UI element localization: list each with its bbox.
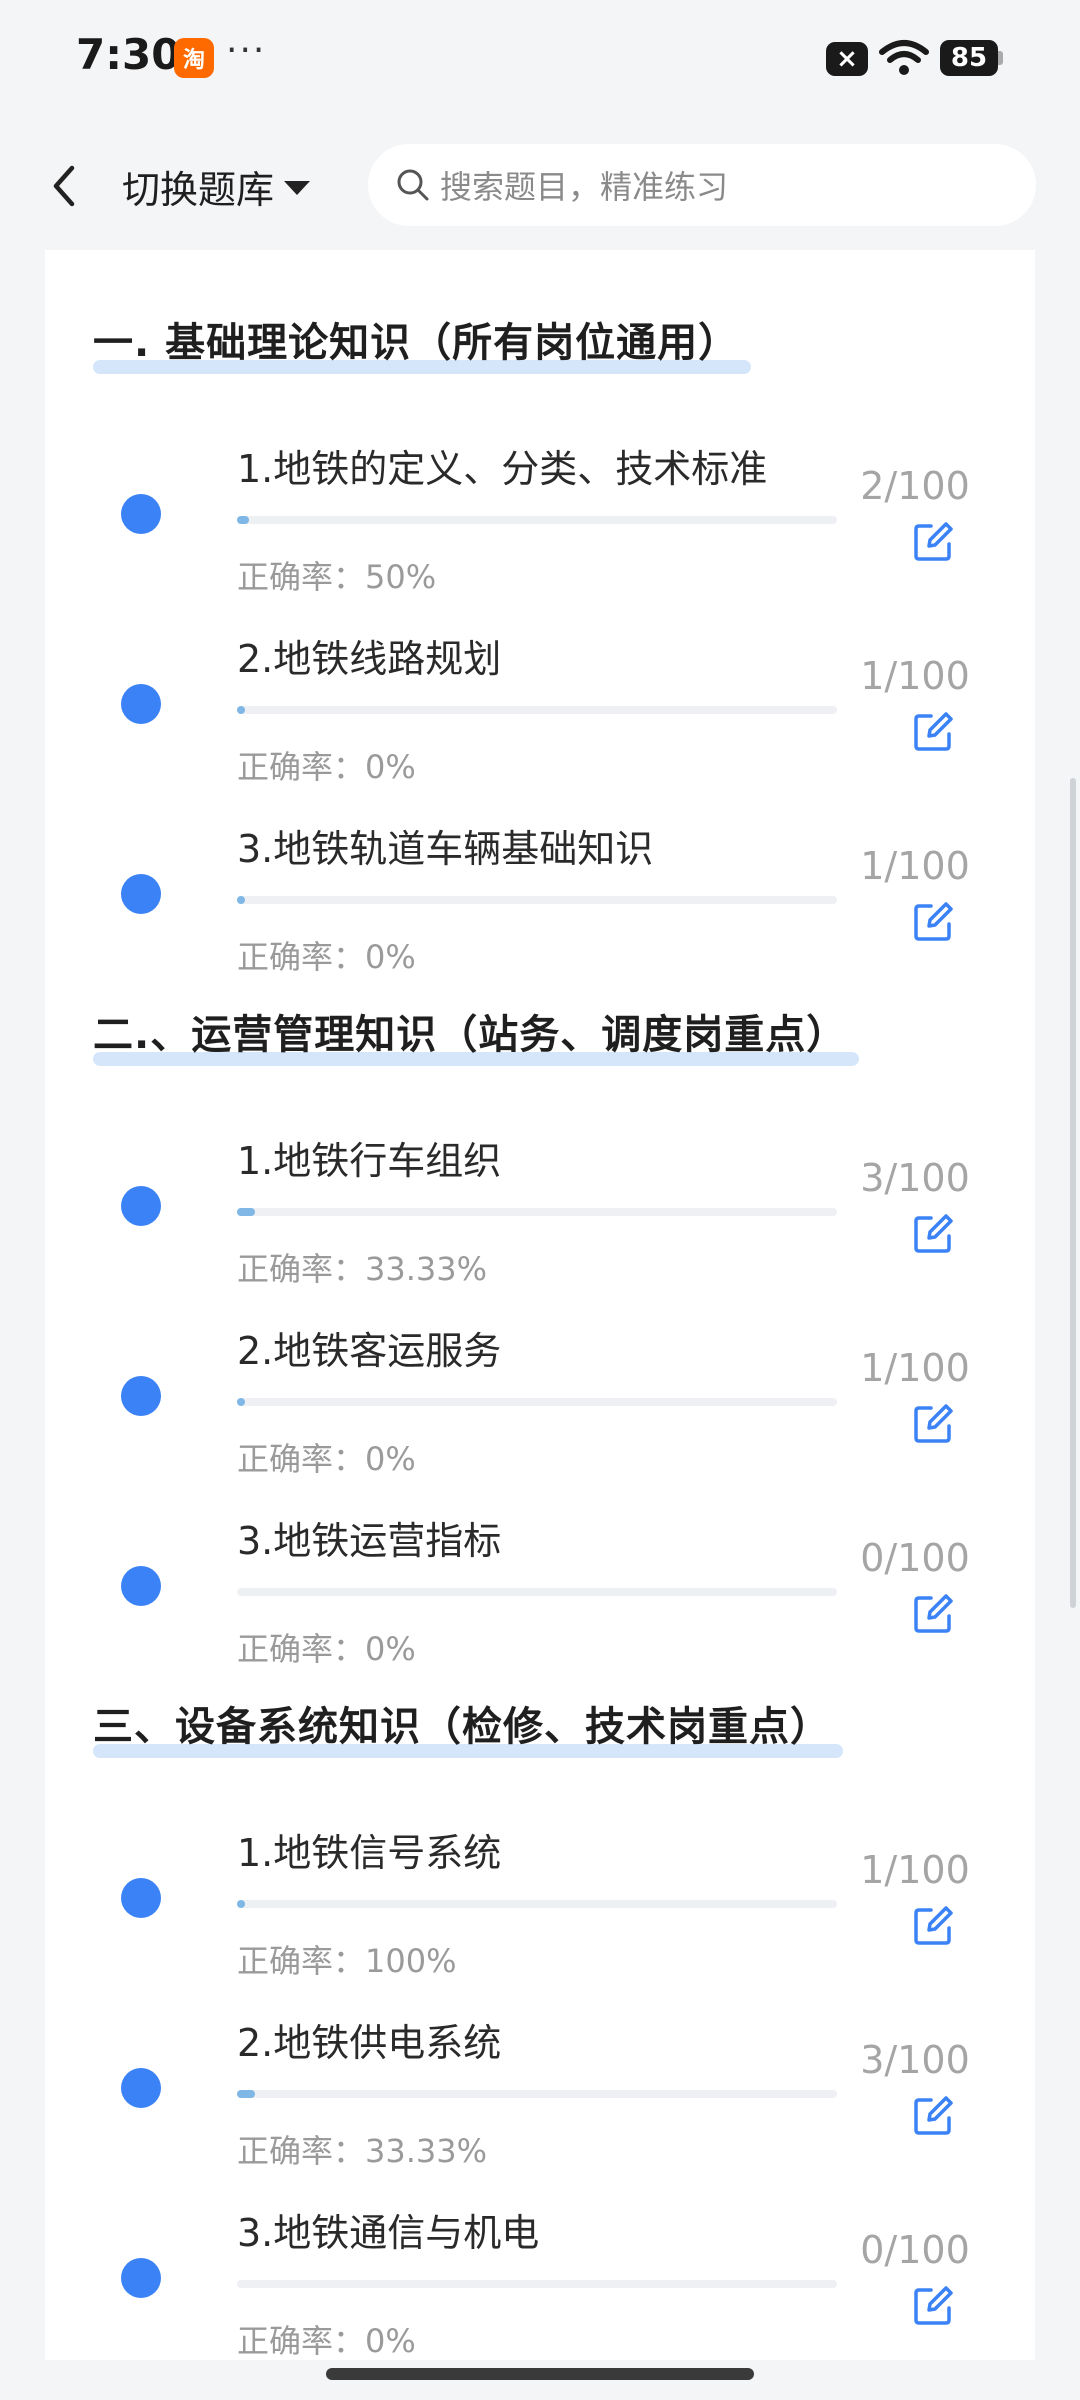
- question-count: 1/100: [860, 654, 970, 698]
- progress-fill: [237, 896, 245, 904]
- edit-icon[interactable]: [913, 900, 955, 942]
- edit-icon[interactable]: [913, 710, 955, 752]
- chapter-name: 3.地铁运营指标: [237, 1519, 502, 1563]
- status-time: 7:30: [76, 30, 181, 79]
- progress-track: [237, 2090, 837, 2098]
- chapter-item[interactable]: 1.地铁信号系统 正确率：100% 1/100: [45, 1804, 1035, 1994]
- question-count: 1/100: [860, 844, 970, 888]
- accuracy-text: 正确率：100%: [237, 1942, 457, 1980]
- question-count: 1/100: [860, 1848, 970, 1892]
- scrollbar[interactable]: [1070, 778, 1076, 1608]
- progress-track: [237, 2280, 837, 2288]
- chapter-bullet-icon: [121, 1376, 161, 1416]
- top-nav-bar: 切换题库 搜索题目，精准练习: [0, 118, 1080, 250]
- chapter-name: 2.地铁客运服务: [237, 1329, 502, 1373]
- progress-fill: [237, 516, 249, 524]
- battery-icon: 85: [940, 40, 998, 76]
- section-title: 一. 基础理论知识（所有岗位通用）: [93, 310, 752, 374]
- progress-track: [237, 1398, 837, 1406]
- taobao-notification-icon: 淘: [174, 38, 214, 78]
- chapter-bullet-icon: [121, 494, 161, 534]
- search-placeholder: 搜索题目，精准练习: [440, 168, 729, 206]
- accuracy-text: 正确率：0%: [237, 938, 416, 976]
- section-title: 三、设备系统知识（检修、技术岗重点）: [93, 1694, 843, 1758]
- switch-question-bank-label: 切换题库: [122, 167, 275, 212]
- edit-icon[interactable]: [913, 2094, 955, 2136]
- chapter-bullet-icon: [121, 2258, 161, 2298]
- progress-track: [237, 1900, 837, 1908]
- back-arrow-icon[interactable]: [40, 158, 90, 214]
- wifi-icon: [879, 40, 929, 75]
- edit-icon[interactable]: [913, 520, 955, 562]
- edit-icon[interactable]: [913, 1592, 955, 1634]
- status-bar: 7:30 淘 ··· × 85: [0, 0, 1080, 118]
- chapter-name: 1.地铁的定义、分类、技术标准: [237, 447, 768, 491]
- edit-icon[interactable]: [913, 2284, 955, 2326]
- progress-track: [237, 896, 837, 904]
- battery-tip: [998, 51, 1003, 65]
- chapter-list-card: 一. 基础理论知识（所有岗位通用） 1.地铁的定义、分类、技术标准 正确率：50…: [45, 250, 1035, 2360]
- edit-icon[interactable]: [913, 1402, 955, 1444]
- accuracy-text: 正确率：0%: [237, 1440, 416, 1478]
- chapter-item[interactable]: 2.地铁线路规划 正确率：0% 1/100: [45, 610, 1035, 800]
- chapter-item[interactable]: 3.地铁轨道车辆基础知识 正确率：0% 1/100: [45, 800, 1035, 990]
- search-input[interactable]: 搜索题目，精准练习: [368, 144, 1036, 226]
- more-notifications-icon: ···: [226, 30, 267, 71]
- section-title-text: 二.、运营管理知识（站务、调度岗重点）: [93, 1012, 848, 1058]
- progress-track: [237, 516, 837, 524]
- switch-question-bank-button[interactable]: 切换题库: [122, 158, 311, 214]
- progress-fill: [237, 2090, 255, 2098]
- question-count: 2/100: [860, 464, 970, 508]
- question-count: 0/100: [860, 1536, 970, 1580]
- accuracy-text: 正确率：33.33%: [237, 2132, 488, 2170]
- chapter-name: 3.地铁通信与机电: [237, 2211, 540, 2255]
- chapter-bullet-icon: [121, 874, 161, 914]
- section-title-text: 三、设备系统知识（检修、技术岗重点）: [93, 1704, 831, 1750]
- section-title-text: 一. 基础理论知识（所有岗位通用）: [93, 320, 740, 366]
- progress-fill: [237, 706, 245, 714]
- progress-fill: [237, 1208, 255, 1216]
- chapter-name: 2.地铁供电系统: [237, 2021, 502, 2065]
- edit-icon[interactable]: [913, 1212, 955, 1254]
- chapter-item[interactable]: 1.地铁的定义、分类、技术标准 正确率：50% 2/100: [45, 420, 1035, 610]
- question-count: 1/100: [860, 1346, 970, 1390]
- progress-track: [237, 1208, 837, 1216]
- chapter-item[interactable]: 3.地铁运营指标 正确率：0% 0/100: [45, 1492, 1035, 1682]
- accuracy-text: 正确率：33.33%: [237, 1250, 488, 1288]
- home-indicator[interactable]: [326, 2368, 754, 2380]
- chapter-item[interactable]: 3.地铁通信与机电 正确率：0% 0/100: [45, 2184, 1035, 2360]
- chapter-bullet-icon: [121, 2068, 161, 2108]
- search-icon: [397, 169, 429, 201]
- chapter-name: 1.地铁信号系统: [237, 1831, 502, 1875]
- chapter-bullet-icon: [121, 684, 161, 724]
- progress-fill: [237, 1398, 245, 1406]
- progress-fill: [237, 1900, 245, 1908]
- question-count: 3/100: [860, 2038, 970, 2082]
- accuracy-text: 正确率：50%: [237, 558, 437, 596]
- accuracy-text: 正确率：0%: [237, 2322, 416, 2360]
- question-count: 0/100: [860, 2228, 970, 2272]
- question-count: 3/100: [860, 1156, 970, 1200]
- accuracy-text: 正确率：0%: [237, 1630, 416, 1668]
- chapter-item[interactable]: 2.地铁客运服务 正确率：0% 1/100: [45, 1302, 1035, 1492]
- chapter-name: 1.地铁行车组织: [237, 1139, 502, 1183]
- chapter-bullet-icon: [121, 1186, 161, 1226]
- section-title: 二.、运营管理知识（站务、调度岗重点）: [93, 1002, 860, 1066]
- accuracy-text: 正确率：0%: [237, 748, 416, 786]
- progress-track: [237, 706, 837, 714]
- chapter-name: 2.地铁线路规划: [237, 637, 502, 681]
- chapter-item[interactable]: 2.地铁供电系统 正确率：33.33% 3/100: [45, 1994, 1035, 2184]
- no-sim-icon: ×: [826, 42, 868, 76]
- chapter-item[interactable]: 1.地铁行车组织 正确率：33.33% 3/100: [45, 1112, 1035, 1302]
- chapter-bullet-icon: [121, 1566, 161, 1606]
- progress-track: [237, 1588, 837, 1596]
- chapter-name: 3.地铁轨道车辆基础知识: [237, 827, 654, 871]
- edit-icon[interactable]: [913, 1904, 955, 1946]
- caret-down-icon: [284, 181, 311, 195]
- chapter-bullet-icon: [121, 1878, 161, 1918]
